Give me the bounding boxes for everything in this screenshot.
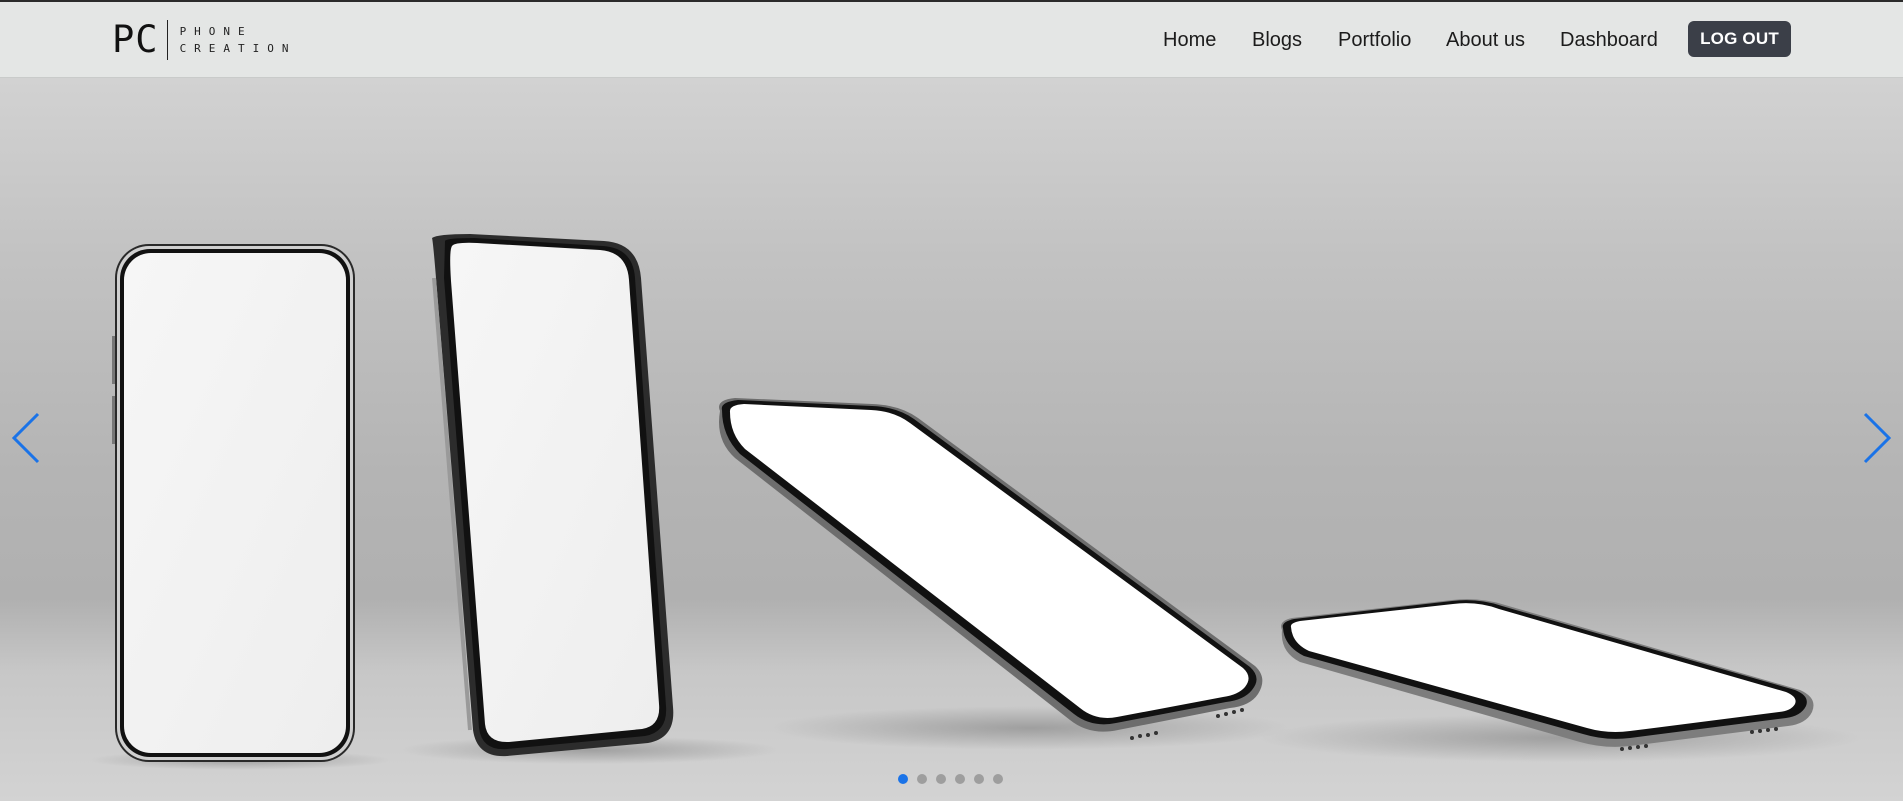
carousel-dot-6[interactable] — [993, 774, 1003, 784]
carousel-dot-1[interactable] — [898, 774, 908, 784]
chevron-right-icon — [1863, 412, 1892, 464]
carousel-dot-5[interactable] — [974, 774, 984, 784]
carousel-dot-4[interactable] — [955, 774, 965, 784]
phone-mockup-front — [112, 244, 355, 762]
carousel-dot-2[interactable] — [917, 774, 927, 784]
logo-initials: PC — [112, 20, 168, 60]
slide-image-phones — [90, 234, 1860, 770]
carousel-next-button[interactable] — [1853, 406, 1897, 470]
nav-link-portfolio[interactable]: Portfolio — [1338, 23, 1411, 57]
hero-carousel — [0, 78, 1903, 801]
logo-line-1: PHONE — [179, 24, 253, 38]
carousel-indicators — [898, 774, 1003, 784]
logout-button[interactable]: LOG OUT — [1688, 21, 1791, 57]
navbar: PC PHONE CREATION Home Blogs Portfolio A… — [0, 2, 1903, 78]
logo-wordmark: PHONE CREATION — [179, 24, 297, 55]
logo-line-2: CREATION — [179, 41, 297, 55]
carousel-prev-button[interactable] — [6, 406, 50, 470]
phone-mockup-leaning — [719, 398, 1263, 740]
phone-mockup-tilted — [432, 234, 674, 757]
nav-link-home[interactable]: Home — [1163, 23, 1216, 57]
brand-logo[interactable]: PC PHONE CREATION — [112, 20, 297, 60]
nav-link-dashboard[interactable]: Dashboard — [1560, 23, 1658, 57]
nav-link-blogs[interactable]: Blogs — [1252, 23, 1302, 57]
chevron-left-icon — [11, 412, 40, 464]
carousel-dot-3[interactable] — [936, 774, 946, 784]
nav-link-about-us[interactable]: About us — [1446, 23, 1525, 57]
